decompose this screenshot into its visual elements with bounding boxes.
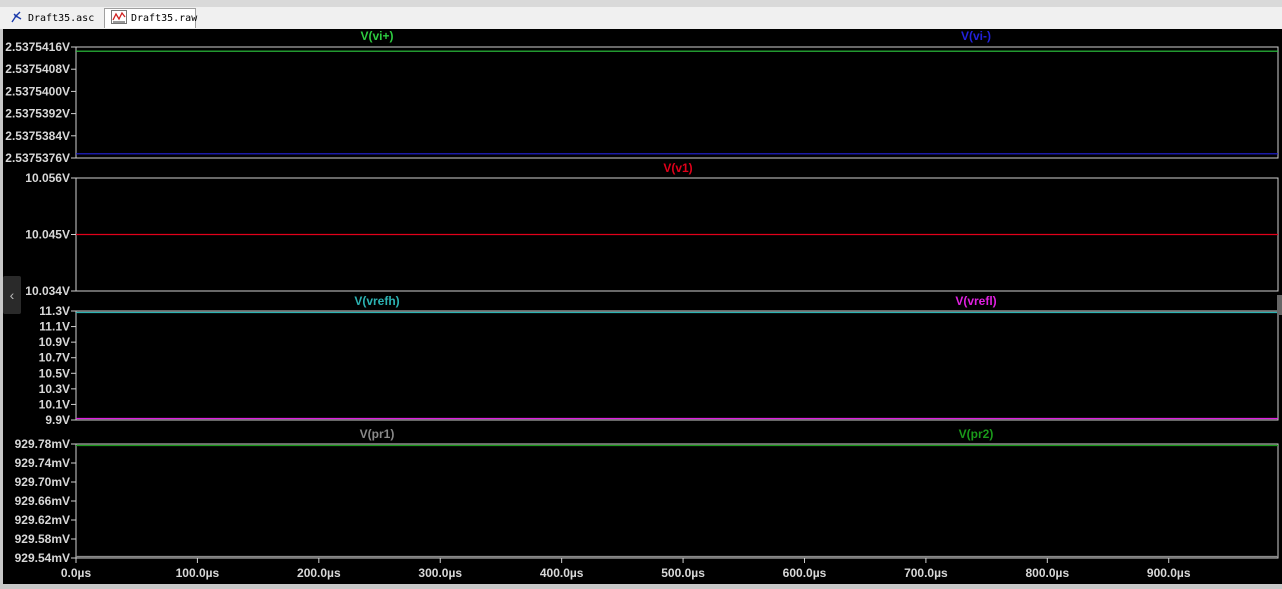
- x-tick-label: 100.0µs: [176, 566, 220, 580]
- x-tick-label: 700.0µs: [904, 566, 948, 580]
- x-tick-label: 200.0µs: [297, 566, 341, 580]
- y-tick-label: 2.5375384V: [5, 129, 70, 143]
- scroll-handle[interactable]: [1277, 295, 1282, 315]
- y-tick-label: 10.034V: [25, 284, 70, 298]
- trace-label-V(vi-): V(vi-): [961, 29, 991, 43]
- x-tick-label: 600.0µs: [783, 566, 827, 580]
- y-tick-label: 929.54mV: [15, 551, 70, 565]
- y-tick-label: 929.62mV: [15, 513, 70, 527]
- x-tick-label: 300.0µs: [418, 566, 462, 580]
- trace-label-V(pr1): V(pr1): [360, 427, 395, 441]
- waveform-chart[interactable]: 2.5375416V 2.5375408V 2.5375400V 2.5375392V…: [0, 29, 1282, 584]
- tab-waveform-label: Draft35.raw: [131, 13, 198, 24]
- x-tick-label: 900.0µs: [1147, 566, 1191, 580]
- y-tick-label: 10.7V: [39, 351, 70, 365]
- scroll-left-arrow[interactable]: ‹: [3, 276, 21, 314]
- y-tick-label: 10.3V: [39, 382, 70, 396]
- plot-frame-2: [75, 310, 1279, 421]
- tab-waveform[interactable]: Draft35.raw: [104, 8, 198, 28]
- y-tick-label: 10.5V: [39, 366, 70, 380]
- x-tick-label: 500.0µs: [661, 566, 705, 580]
- x-tick-label: 800.0µs: [1026, 566, 1070, 580]
- y-tick-label: 2.5375392V: [5, 107, 70, 121]
- y-tick-label: 929.78mV: [15, 437, 70, 451]
- y-tick-label: 929.70mV: [15, 475, 70, 489]
- y-tick-label: 9.9V: [45, 413, 70, 427]
- x-tick-label: 400.0µs: [540, 566, 584, 580]
- waveform-viewer[interactable]: 2.5375416V 2.5375408V 2.5375400V 2.5375392V…: [0, 29, 1282, 584]
- y-tick-label: 929.74mV: [15, 456, 70, 470]
- y-tick-label: 11.1V: [39, 320, 70, 334]
- y-tick-label: 11.3V: [39, 304, 70, 318]
- y-tick-label: 2.5375416V: [5, 40, 70, 54]
- y-tick-label: 10.9V: [39, 335, 70, 349]
- trace-label-V(pr2): V(pr2): [959, 427, 994, 441]
- y-tick-label: 10.045V: [25, 228, 70, 242]
- trace-label-V(vrefl): V(vrefl): [955, 294, 996, 308]
- y-tick-label: 2.5375376V: [5, 151, 70, 165]
- trace-label-V(vrefh): V(vrefh): [354, 294, 399, 308]
- trace-label-V(vi+): V(vi+): [360, 29, 393, 43]
- plot-frame-0: [75, 46, 1279, 159]
- y-tick-label: 2.5375408V: [5, 62, 70, 76]
- schematic-icon: [10, 10, 24, 27]
- tab-schematic-label: Draft35.asc: [28, 12, 95, 24]
- y-tick-label: 10.1V: [39, 397, 70, 411]
- waveform-icon: [111, 10, 127, 27]
- y-tick-label: 10.056V: [25, 171, 70, 185]
- trace-label-V(v1): V(v1): [663, 161, 692, 175]
- y-tick-label: 929.58mV: [15, 532, 70, 546]
- y-tick-label: 2.5375400V: [5, 84, 70, 98]
- y-tick-label: 929.66mV: [15, 494, 70, 508]
- tab-schematic[interactable]: Draft35.asc: [4, 8, 104, 28]
- document-tabbar: Draft35.asc Draft35.raw: [0, 7, 1282, 30]
- plot-frame-3: [75, 443, 1279, 559]
- x-tick-label: 0.0µs: [61, 566, 92, 580]
